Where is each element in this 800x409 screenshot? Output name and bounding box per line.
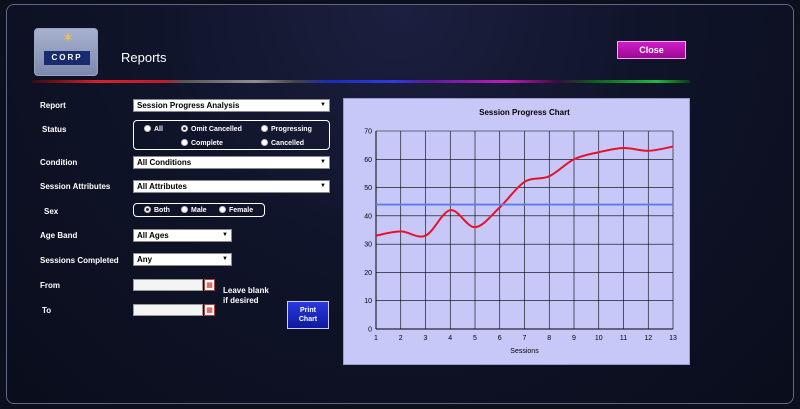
from-calendar-icon[interactable]: ▦ <box>204 279 215 291</box>
y-tick-label: 60 <box>364 157 372 164</box>
logo-star-icon: ✶ <box>62 31 74 46</box>
sessions-completed-select[interactable]: Any ▼ <box>133 253 232 266</box>
session-attributes-select-value: All Attributes <box>137 182 187 191</box>
condition-select[interactable]: All Conditions ▼ <box>133 156 330 169</box>
to-calendar-icon[interactable]: ▦ <box>204 304 215 316</box>
chevron-down-icon: ▼ <box>222 256 228 262</box>
x-axis-label: Sessions <box>510 348 539 355</box>
sessions-completed-label: Sessions Completed <box>40 256 119 265</box>
sex-radio-male[interactable]: Male <box>181 206 207 214</box>
logo-text: CORP <box>44 51 90 65</box>
radio-dot-icon <box>261 139 268 146</box>
radio-dot-icon <box>144 125 151 132</box>
from-date-input[interactable] <box>133 279 203 291</box>
radio-dot-icon <box>181 206 188 213</box>
chevron-down-icon: ▼ <box>320 183 326 189</box>
age-band-select-value: All Ages <box>137 231 169 240</box>
radio-dot-selected-icon <box>144 206 151 213</box>
radio-dot-icon <box>181 139 188 146</box>
y-tick-label: 10 <box>364 298 372 305</box>
y-tick-label: 30 <box>364 242 372 249</box>
x-tick-label: 3 <box>424 335 428 342</box>
session-attributes-select[interactable]: All Attributes ▼ <box>133 180 330 193</box>
age-band-select[interactable]: All Ages ▼ <box>133 229 232 242</box>
x-tick-label: 2 <box>399 335 403 342</box>
status-radio-progressing[interactable]: Progressing <box>261 125 312 133</box>
sex-radio-female[interactable]: Female <box>219 206 253 214</box>
x-tick-label: 6 <box>498 335 502 342</box>
corp-logo: ✶ CORP <box>34 28 98 76</box>
chevron-down-icon: ▼ <box>320 159 326 165</box>
page-title: Reports <box>121 50 167 65</box>
session-attributes-label: Session Attributes <box>40 182 111 191</box>
radio-dot-icon <box>261 125 268 132</box>
from-label: From <box>40 281 60 290</box>
report-select-value: Session Progress Analysis <box>137 101 240 110</box>
x-tick-label: 4 <box>448 335 452 342</box>
radio-dot-selected-icon <box>181 125 188 132</box>
header-color-divider <box>32 80 690 83</box>
radio-dot-icon <box>219 206 226 213</box>
x-tick-label: 11 <box>620 335 627 342</box>
x-tick-label: 12 <box>644 335 652 342</box>
session-progress-chart: Session Progress Chart 1 2 3 4 5 6 7 8 9 10 11 12 13 0… <box>343 98 690 365</box>
y-tick-label: 70 <box>364 129 372 136</box>
x-tick-label: 8 <box>547 335 551 342</box>
y-tick-label: 40 <box>364 213 372 220</box>
date-hint-text: Leave blank if desired <box>223 286 269 305</box>
status-radio-omit-cancelled[interactable]: Omit Cancelled <box>181 125 242 133</box>
condition-select-value: All Conditions <box>137 158 192 167</box>
close-button[interactable]: Close <box>617 41 686 59</box>
x-tick-label: 1 <box>374 335 378 342</box>
sex-radio-group: Both Male Female <box>133 203 265 217</box>
to-date-input[interactable] <box>133 304 203 316</box>
x-tick-label: 9 <box>572 335 576 342</box>
report-label: Report <box>40 101 66 110</box>
sex-label: Sex <box>44 207 59 216</box>
x-tick-label: 13 <box>669 335 677 342</box>
chevron-down-icon: ▼ <box>320 102 326 108</box>
status-radio-complete[interactable]: Complete <box>181 139 223 147</box>
sex-radio-both[interactable]: Both <box>144 206 170 214</box>
age-band-label: Age Band <box>40 231 78 240</box>
chart-svg: Session Progress Chart1 2 3 4 5 6 7 8 9 10 11 12 130… <box>364 108 677 355</box>
sessions-completed-select-value: Any <box>137 255 153 264</box>
report-select[interactable]: Session Progress Analysis ▼ <box>133 99 330 112</box>
y-tick-label: 50 <box>364 185 372 192</box>
y-tick-label: 0 <box>368 327 372 334</box>
status-radio-all[interactable]: All <box>144 125 163 133</box>
status-radio-cancelled[interactable]: Cancelled <box>261 139 304 147</box>
condition-label: Condition <box>40 158 78 167</box>
status-radio-group: All Omit Cancelled Progressing Complete … <box>133 120 330 150</box>
print-chart-button[interactable]: Print Chart <box>287 301 329 329</box>
x-tick-label: 10 <box>595 335 603 342</box>
y-tick-label: 20 <box>364 270 372 277</box>
status-label: Status <box>42 125 67 134</box>
chart-title: Session Progress Chart <box>479 108 570 117</box>
x-tick-label: 7 <box>523 335 527 342</box>
chevron-down-icon: ▼ <box>222 232 228 238</box>
to-label: To <box>42 306 52 315</box>
x-tick-label: 5 <box>473 335 477 342</box>
